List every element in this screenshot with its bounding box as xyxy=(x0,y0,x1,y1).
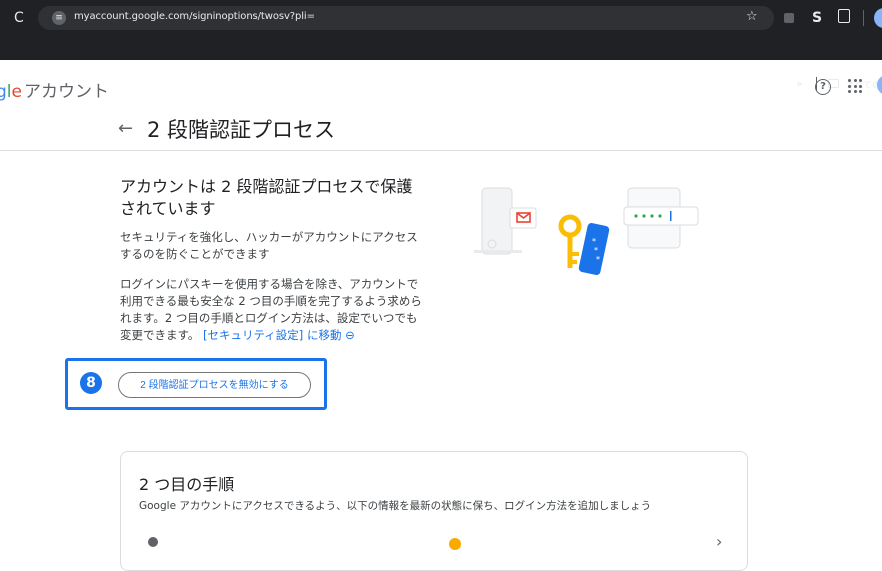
apps-grid-icon[interactable] xyxy=(848,79,862,93)
svg-text:*: * xyxy=(594,246,598,255)
header-divider xyxy=(0,150,882,151)
second-steps-description: Google アカウントにアクセスできるよう、以下の情報を最新の状態に保ち、ログ… xyxy=(139,500,652,512)
toolbar-divider xyxy=(863,10,864,26)
profile-icon[interactable] xyxy=(874,8,882,28)
security-key-icon: * * * xyxy=(578,223,610,275)
email-icon xyxy=(509,207,537,229)
svg-text:*: * xyxy=(596,255,600,264)
more-bookmarks-icon[interactable]: » xyxy=(796,77,803,90)
extensions-puzzle-icon[interactable] xyxy=(838,9,850,23)
password-window-icon xyxy=(623,187,699,249)
back-arrow-icon[interactable]: ← xyxy=(118,118,133,139)
security-description: セキュリティを強化し、ハッカーがアカウントにアクセスするのを防ぐことができます xyxy=(120,230,418,261)
account-label: アカウント xyxy=(24,82,109,102)
status-warning-icon xyxy=(449,538,461,550)
protection-heading: アカウントは 2 段階認証プロセスで保護されています xyxy=(120,177,413,218)
google-account-logo[interactable]: gle アカウント xyxy=(0,77,109,102)
person-icon xyxy=(148,537,158,547)
browser-toolbar: C ≡ myaccount.google.com/signinoptions/t… xyxy=(0,0,882,36)
page-title: 2 段階認証プロセス xyxy=(147,118,336,142)
second-step-description: ログインにパスキーを使用する場合を除き、アカウントで利用できる最も安全な 2 つ… xyxy=(120,277,422,342)
key-icon xyxy=(558,214,582,268)
reload-icon[interactable]: C xyxy=(14,10,24,26)
svg-text:*: * xyxy=(592,237,596,246)
url-text[interactable]: myaccount.google.com/signinoptions/twosv… xyxy=(74,11,315,22)
address-bar[interactable]: ≡ myaccount.google.com/signinoptions/two… xyxy=(38,6,774,30)
s-extension-icon[interactable]: S xyxy=(812,10,822,26)
chevron-right-icon[interactable]: › xyxy=(716,532,722,551)
extension-icon[interactable] xyxy=(784,13,794,23)
site-info-icon[interactable]: ≡ xyxy=(52,11,66,25)
link-icon: ⊖ xyxy=(341,328,355,342)
security-settings-link[interactable]: [セキュリティ設定] に移動 xyxy=(203,328,341,342)
step-number-badge: 8 xyxy=(80,372,102,394)
bookmark-star-icon[interactable]: ☆ xyxy=(746,9,758,24)
bookmarks-bar: » すべての xyxy=(0,36,882,91)
help-icon[interactable]: ? xyxy=(815,79,831,95)
security-illustration: * * * xyxy=(474,187,699,275)
second-steps-title: 2 つ目の手順 xyxy=(139,475,235,494)
disable-2sv-button[interactable]: 2 段階認証プロセスを無効にする xyxy=(118,372,311,398)
